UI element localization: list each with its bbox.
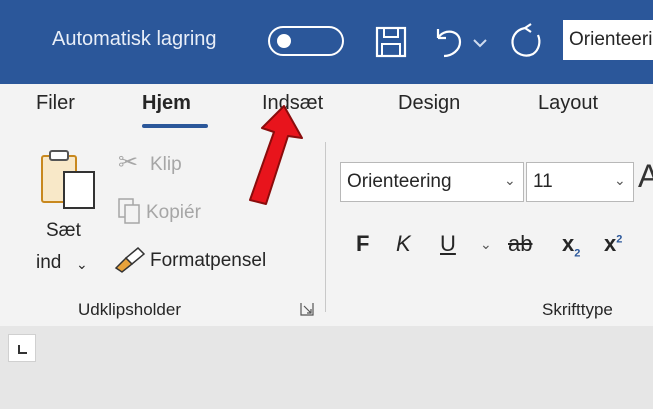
title-bar: Automatisk lagring Orienteering [0, 0, 653, 84]
superscript-x: x [604, 231, 617, 256]
paste-dropdown-icon[interactable]: ⌄ [76, 256, 88, 273]
underline-button[interactable]: U [440, 231, 456, 257]
autosave-toggle[interactable] [268, 26, 344, 56]
tab-hjem[interactable]: Hjem [142, 92, 191, 115]
superscript-button[interactable]: x2 [604, 231, 622, 257]
copy-icon [116, 196, 146, 226]
dialog-launcher-icon[interactable] [300, 302, 314, 316]
active-tab-indicator [142, 124, 208, 128]
save-icon[interactable] [372, 20, 412, 64]
toggle-knob [277, 34, 291, 48]
font-name-value: Orienteering [347, 171, 452, 192]
undo-dropdown-icon[interactable] [470, 20, 490, 64]
subscript-x: x [562, 231, 575, 256]
font-name-box[interactable]: Orienteering [340, 162, 524, 202]
document-name-field[interactable]: Orienteering [563, 20, 653, 60]
clipboard-group-label: Udklipsholder [78, 300, 181, 319]
font-size-dropdown-icon[interactable]: ⌄ [614, 172, 626, 189]
subscript-mark: 2 [574, 247, 581, 260]
format-painter-icon [112, 244, 146, 274]
font-name-dropdown-icon[interactable]: ⌄ [504, 172, 516, 189]
ribbon-tabs: Filer Hjem Indsæt Design Layout [0, 84, 653, 140]
tab-selector[interactable] [8, 334, 36, 362]
scissors-icon: ✂ [118, 149, 139, 176]
font-group-label: Skrifttype [542, 300, 613, 319]
font-size-value: 11 [533, 171, 553, 192]
cut-button[interactable]: Klip [150, 154, 182, 176]
document-area [0, 326, 653, 409]
autosave-label: Automatisk lagring [52, 28, 217, 50]
undo-icon[interactable] [430, 20, 470, 64]
format-painter-button[interactable]: Formatpensel [150, 250, 266, 272]
group-separator [325, 142, 326, 312]
tab-design[interactable]: Design [398, 92, 460, 115]
paste-label-2[interactable]: ind [36, 252, 61, 274]
superscript-mark: 2 [616, 233, 623, 246]
strikethrough-button[interactable]: ab [508, 231, 532, 257]
italic-button[interactable]: K [396, 231, 411, 257]
paste-label-1[interactable]: Sæt [46, 220, 81, 242]
tab-layout[interactable]: Layout [538, 92, 598, 115]
subscript-button[interactable]: x2 [562, 231, 580, 259]
bold-button[interactable]: F [356, 231, 369, 257]
grow-font-button[interactable]: A [638, 158, 653, 195]
underline-dropdown-icon[interactable]: ⌄ [480, 236, 492, 253]
tab-filer[interactable]: Filer [36, 92, 75, 115]
paste-icon[interactable] [38, 148, 98, 210]
redo-icon[interactable] [505, 20, 545, 64]
copy-button[interactable]: Kopiér [146, 202, 201, 224]
annotation-arrow [236, 104, 316, 214]
